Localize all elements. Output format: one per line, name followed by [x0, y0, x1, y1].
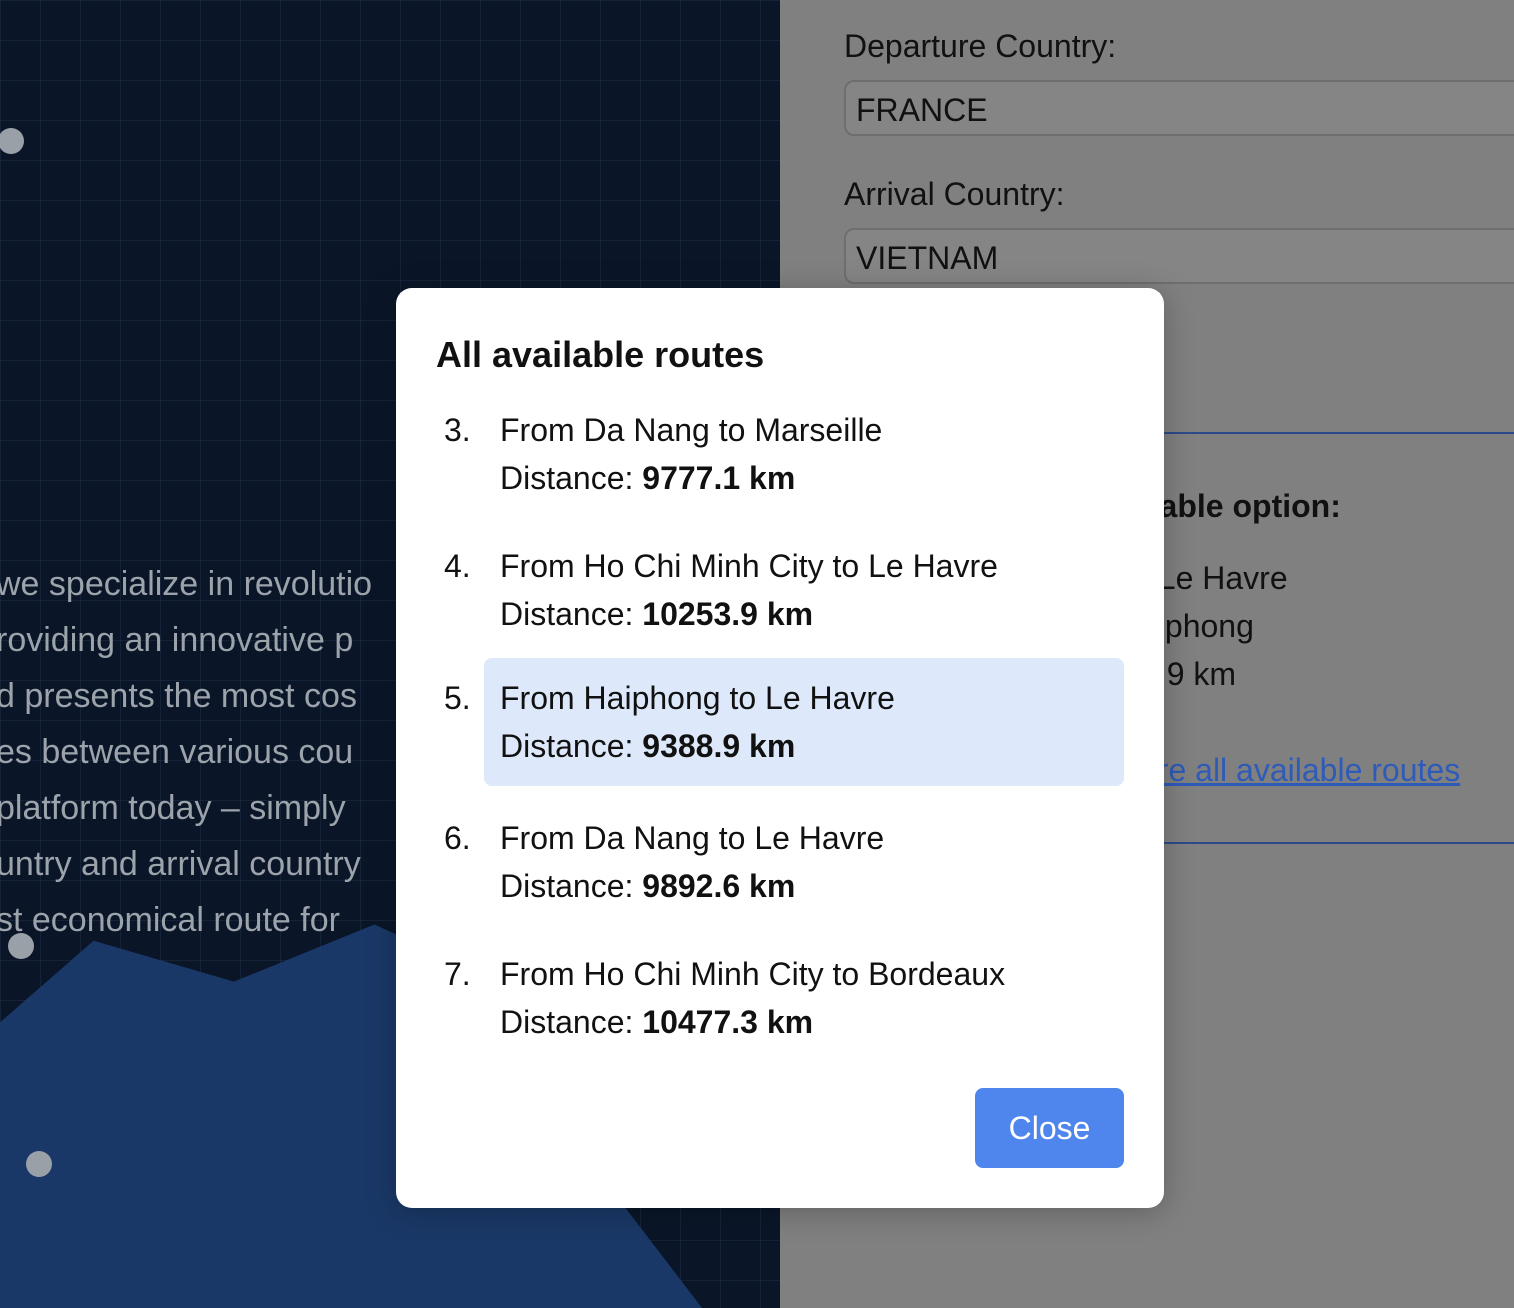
distance-value: 9777.1 km	[642, 460, 796, 496]
distance-value: 10253.9 km	[642, 596, 814, 632]
route-distance: Distance: 9777.1 km	[500, 460, 795, 497]
route-number: 5.	[444, 680, 471, 716]
explore-routes-link[interactable]: ore all available routes	[1140, 752, 1460, 789]
departure-country-label: Departure Country:	[844, 28, 1117, 64]
route-number: 4.	[444, 548, 471, 584]
route-number: 3.	[444, 412, 471, 448]
route-distance: Distance: 9892.6 km	[500, 868, 795, 905]
result-divider-top	[1140, 432, 1514, 434]
route-item[interactable]: 4. From Ho Chi Minh City to Le Havre Dis…	[444, 526, 1124, 654]
route-item[interactable]: 6. From Da Nang to Le Havre Distance: 98…	[444, 798, 1124, 926]
result-divider-bottom	[1140, 842, 1514, 844]
modal-title: All available routes	[436, 334, 765, 375]
route-name: From Da Nang to Marseille	[500, 412, 883, 448]
route-distance: Distance: 10253.9 km	[500, 596, 813, 633]
map-node-dot	[0, 128, 24, 154]
route-name: From Da Nang to Le Havre	[500, 820, 885, 856]
route-item[interactable]: 3. From Da Nang to Marseille Distance: 9…	[444, 396, 1124, 518]
arrival-country-select[interactable]: VIETNAM	[844, 228, 1514, 284]
route-distance: Distance: 10477.3 km	[500, 1004, 813, 1041]
distance-value: 9388.9 km	[642, 728, 796, 764]
routes-modal: All available routes 3. From Da Nang to …	[396, 288, 1164, 1208]
distance-label: Distance:	[500, 868, 634, 904]
route-name: From Ho Chi Minh City to Bordeaux	[500, 956, 1006, 992]
route-item-selected[interactable]: 5. From Haiphong to Le Havre Distance: 9…	[444, 658, 1124, 786]
result-title: dable option:	[1140, 488, 1341, 524]
route-number: 6.	[444, 820, 471, 856]
distance-label: Distance:	[500, 460, 634, 496]
route-name: From Haiphong to Le Havre	[500, 680, 895, 716]
route-number: 7.	[444, 956, 471, 992]
map-node-dot	[26, 1151, 52, 1177]
route-distance: Distance: 9388.9 km	[500, 728, 795, 765]
distance-label: Distance:	[500, 728, 634, 764]
distance-label: Distance:	[500, 1004, 634, 1040]
arrival-country-label: Arrival Country:	[844, 176, 1065, 212]
distance-value: 10477.3 km	[642, 1004, 814, 1040]
distance-label: Distance:	[500, 596, 634, 632]
route-name: From Ho Chi Minh City to Le Havre	[500, 548, 998, 584]
departure-country-select[interactable]: FRANCE	[844, 80, 1514, 136]
close-button[interactable]: Close	[975, 1088, 1124, 1168]
distance-value: 9892.6 km	[642, 868, 796, 904]
routes-list[interactable]: 3. From Da Nang to Marseille Distance: 9…	[396, 396, 1164, 1076]
route-item[interactable]: 7. From Ho Chi Minh City to Bordeaux Dis…	[444, 934, 1124, 1062]
